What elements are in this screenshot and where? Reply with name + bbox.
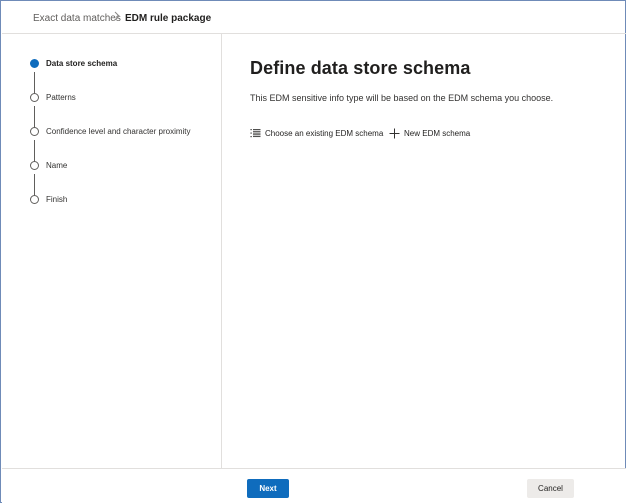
page-title: Define data store schema: [250, 58, 471, 78]
choose-existing-schema-button[interactable]: Choose an existing EDM schema: [250, 126, 383, 140]
step-label: Data store schema: [46, 59, 118, 68]
step-current-indicator: [30, 59, 39, 68]
step-label: Name: [46, 161, 68, 170]
list-icon: [250, 128, 261, 139]
step-label: Confidence level and character proximity: [46, 127, 191, 136]
breadcrumb-item-edm-rule-package: EDM rule package: [125, 13, 212, 24]
step-indicator: [30, 195, 39, 204]
page-description: This EDM sensitive info type will be bas…: [250, 93, 554, 103]
wizard-window: Exact data matches EDM rule package Data…: [0, 0, 626, 503]
wizard-footer: Next Cancel: [2, 468, 626, 503]
wizard-steps-panel: Data store schema Patterns Confidence le…: [2, 34, 222, 468]
plus-icon: [389, 128, 400, 139]
step-indicator: [30, 93, 39, 102]
breadcrumb-item-exact-data-matches[interactable]: Exact data matches: [33, 12, 121, 25]
chevron-right-icon: [114, 11, 120, 24]
breadcrumb: Exact data matches EDM rule package: [2, 2, 626, 34]
new-edm-schema-label: New EDM schema: [404, 128, 471, 138]
next-button[interactable]: Next: [247, 479, 289, 498]
step-label: Patterns: [46, 93, 76, 102]
cancel-button[interactable]: Cancel: [527, 479, 574, 498]
main-content: Define data store schema This EDM sensit…: [223, 34, 626, 468]
step-label: Finish: [46, 195, 68, 204]
new-edm-schema-button[interactable]: New EDM schema: [389, 126, 470, 140]
step-indicator: [30, 127, 39, 136]
choose-existing-schema-label: Choose an existing EDM schema: [265, 128, 384, 138]
step-indicator: [30, 161, 39, 170]
